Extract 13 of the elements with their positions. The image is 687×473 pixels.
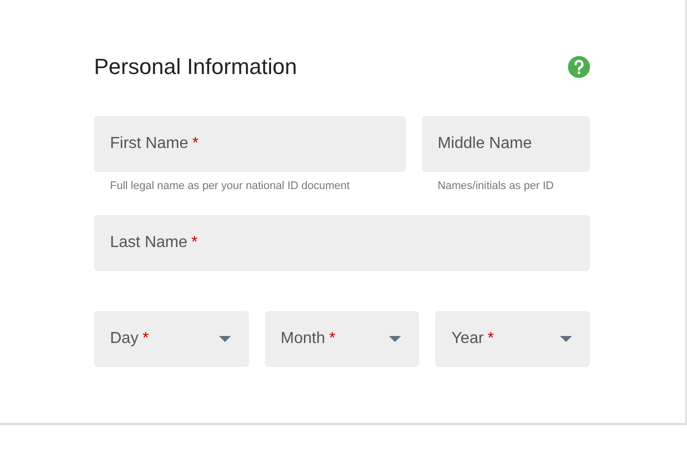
caret-icon	[218, 336, 231, 342]
caret-icon	[560, 336, 572, 342]
input-field[interactable]: Middle Name	[422, 116, 590, 172]
helper-text: Full legal name as per your national ID document	[109, 179, 351, 194]
helper-text: Names/initials as per ID	[436, 179, 555, 194]
dropdown-field[interactable]: Day *	[94, 310, 249, 367]
caret-icon	[389, 336, 402, 342]
dropdown-field[interactable]: Month *	[264, 310, 420, 367]
input-field[interactable]: Last Name *	[94, 214, 590, 271]
section-title: Personal Information	[94, 54, 297, 80]
input-field[interactable]: First Name *	[94, 116, 406, 172]
help-icon[interactable]	[568, 56, 590, 78]
dropdown-field[interactable]: Year *	[435, 310, 590, 367]
